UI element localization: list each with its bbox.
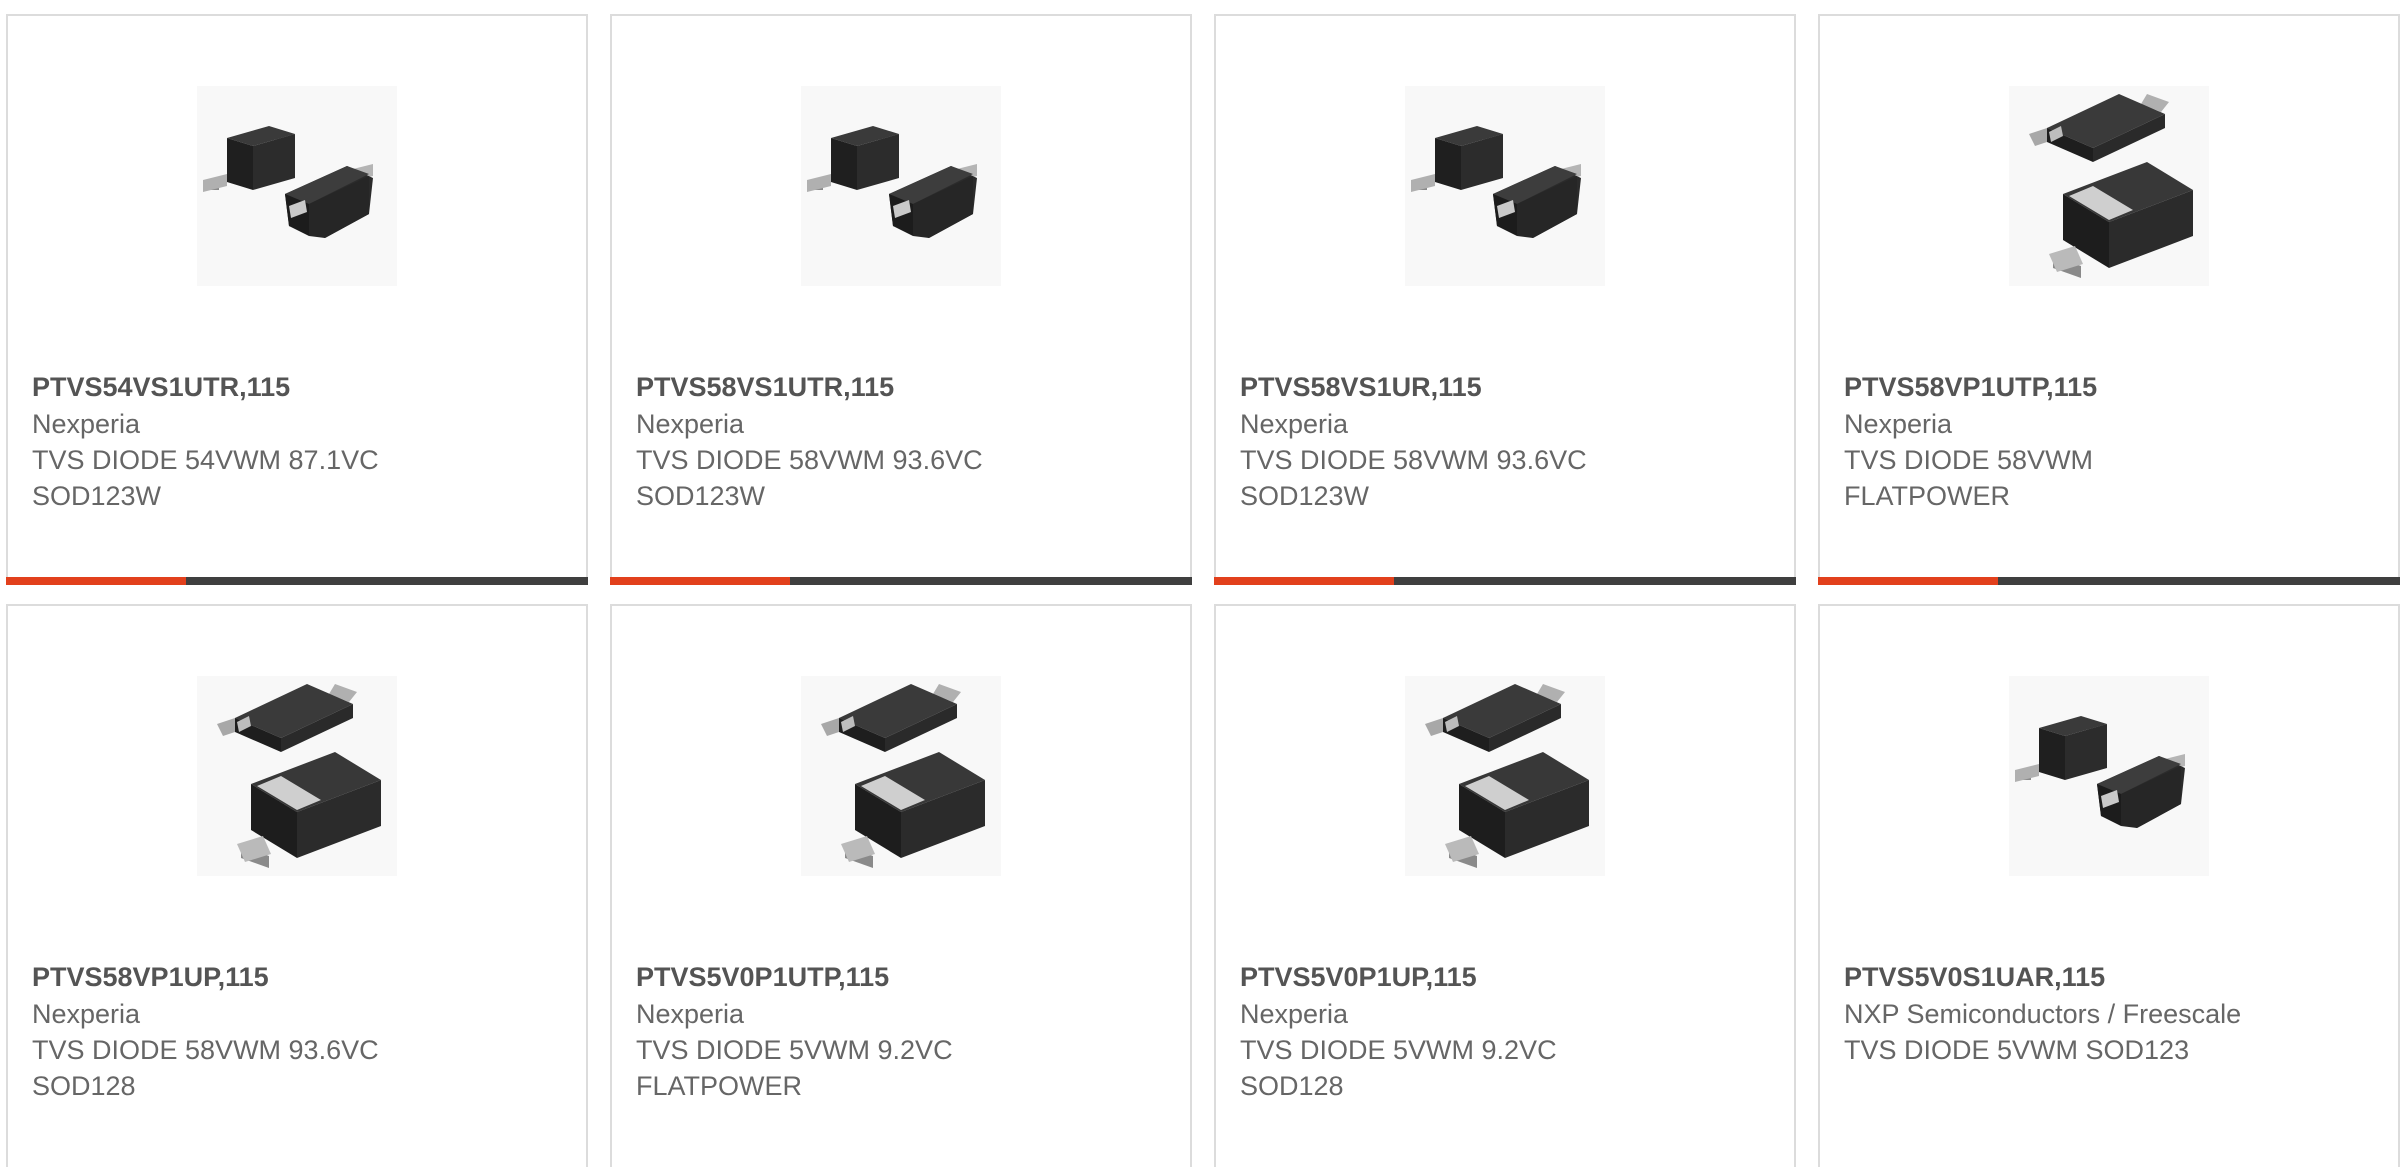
manufacturer-label: Nexperia (32, 999, 141, 1029)
product-grid: PTVS54VS1UTR,115 Nexperia TVS DIODE 54VW… (0, 0, 2400, 1167)
flatpower-package-icon (1405, 676, 1605, 876)
product-card[interactable]: PTVS58VP1UTP,115 Nexperia TVS DIODE 58VW… (1818, 14, 2400, 585)
product-card[interactable]: PTVS5V0P1UTP,115 Nexperia TVS DIODE 5VWM… (610, 604, 1192, 1167)
product-card[interactable]: PTVS58VP1UP,115 Nexperia TVS DIODE 58VWM… (6, 604, 588, 1167)
description-label: TVS DIODE 5VWM 9.2VC FLATPOWER (636, 1035, 953, 1101)
part-number-link[interactable]: PTVS5V0P1UP,115 (1240, 958, 1774, 996)
product-image[interactable] (801, 676, 1001, 876)
manufacturer-label: Nexperia (32, 409, 141, 439)
description-label: TVS DIODE 54VWM 87.1VC SOD123W (32, 445, 379, 511)
description-label: TVS DIODE 58VWM FLATPOWER (1844, 445, 2094, 511)
product-image[interactable] (801, 86, 1001, 286)
part-number-link[interactable]: PTVS5V0P1UTP,115 (636, 958, 1170, 996)
flatpower-package-icon (2009, 86, 2209, 286)
card-progress-bar (1818, 577, 2400, 585)
manufacturer-label: NXP Semiconductors / Freescale (1844, 999, 2242, 1029)
manufacturer-label: Nexperia (1844, 409, 1953, 439)
part-number-link[interactable]: PTVS58VP1UP,115 (32, 958, 566, 996)
card-progress-bar (6, 577, 588, 585)
product-card[interactable]: PTVS5V0P1UP,115 Nexperia TVS DIODE 5VWM … (1214, 604, 1796, 1167)
product-image[interactable] (1405, 676, 1605, 876)
description-label: TVS DIODE 58VWM 93.6VC SOD123W (1240, 445, 1587, 511)
manufacturer-label: Nexperia (1240, 999, 1349, 1029)
sod123-package-icon (801, 86, 1001, 286)
product-image[interactable] (2009, 676, 2209, 876)
description-label: TVS DIODE 58VWM 93.6VC SOD123W (636, 445, 983, 511)
manufacturer-label: Nexperia (1240, 409, 1349, 439)
card-progress-accent (610, 577, 791, 585)
flatpower-package-icon (197, 676, 397, 876)
manufacturer-label: Nexperia (636, 999, 745, 1029)
part-number-link[interactable]: PTVS58VP1UTP,115 (1844, 368, 2378, 406)
product-card[interactable]: PTVS5V0S1UAR,115 NXP Semiconductors / Fr… (1818, 604, 2400, 1167)
sod123-package-icon (2009, 676, 2209, 876)
flatpower-package-icon (801, 676, 1001, 876)
card-progress-accent (1214, 577, 1395, 585)
sod123-package-icon (1405, 86, 1605, 286)
product-card[interactable]: PTVS58VS1UTR,115 Nexperia TVS DIODE 58VW… (610, 14, 1192, 585)
product-image[interactable] (197, 86, 397, 286)
product-card[interactable]: PTVS54VS1UTR,115 Nexperia TVS DIODE 54VW… (6, 14, 588, 585)
product-image[interactable] (197, 676, 397, 876)
description-label: TVS DIODE 58VWM 93.6VC SOD128 (32, 1035, 379, 1101)
card-progress-accent (6, 577, 187, 585)
card-progress-bar (1214, 577, 1796, 585)
manufacturer-label: Nexperia (636, 409, 745, 439)
product-card[interactable]: PTVS58VS1UR,115 Nexperia TVS DIODE 58VWM… (1214, 14, 1796, 585)
part-number-link[interactable]: PTVS58VS1UTR,115 (636, 368, 1170, 406)
description-label: TVS DIODE 5VWM 9.2VC SOD128 (1240, 1035, 1557, 1101)
part-number-link[interactable]: PTVS54VS1UTR,115 (32, 368, 566, 406)
product-image[interactable] (2009, 86, 2209, 286)
sod123-package-icon (197, 86, 397, 286)
description-label: TVS DIODE 5VWM SOD123 (1844, 1035, 2190, 1065)
part-number-link[interactable]: PTVS5V0S1UAR,115 (1844, 958, 2378, 996)
card-progress-accent (1818, 577, 1999, 585)
product-image[interactable] (1405, 86, 1605, 286)
card-progress-bar (610, 577, 1192, 585)
part-number-link[interactable]: PTVS58VS1UR,115 (1240, 368, 1774, 406)
